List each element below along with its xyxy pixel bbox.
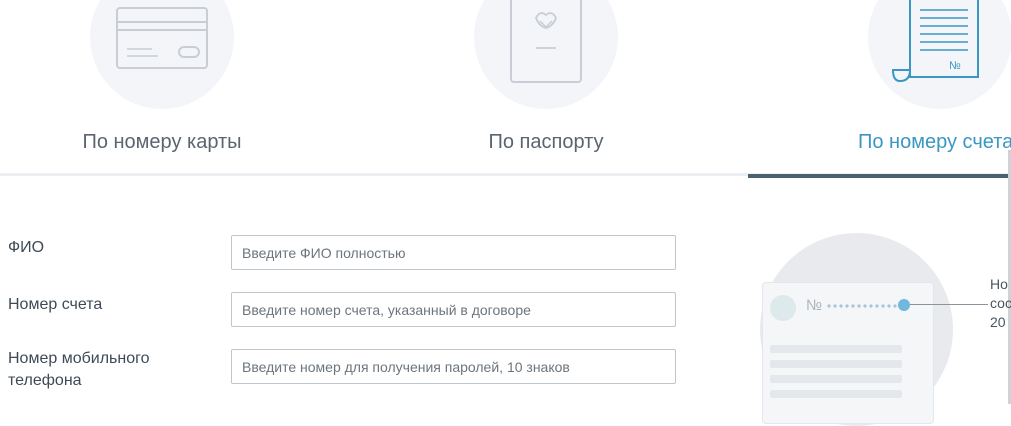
illustration-callout: Но сос 20 (990, 275, 1011, 332)
illustration-line (770, 345, 902, 353)
illustration-leader-line (910, 304, 988, 305)
illustration-number-sign: № (806, 297, 823, 314)
callout-line: Но (990, 276, 1008, 292)
illustration-line (770, 375, 902, 383)
illustration-number-dots (826, 304, 900, 308)
fio-input[interactable] (231, 235, 676, 270)
callout-line: 20 (990, 314, 1006, 330)
fio-label: ФИО (8, 239, 45, 256)
tab-by-account-label: По номеру счета (858, 131, 1011, 153)
illustration-marker (898, 299, 910, 311)
illustration-line (770, 360, 902, 368)
tab-by-card-circle (90, 0, 234, 109)
active-tab-indicator (748, 174, 1011, 178)
tab-by-passport-circle (474, 0, 618, 109)
account-number-input[interactable] (231, 292, 676, 327)
account-contract-icon: № (891, 0, 979, 83)
phone-label: Номер мобильного телефона (8, 350, 150, 389)
account-number-sign: № (949, 60, 961, 72)
illustration-avatar (770, 295, 796, 321)
tab-by-passport-label: По паспорту (488, 131, 604, 153)
phone-input[interactable] (231, 349, 676, 384)
passport-icon (510, 0, 582, 83)
tab-by-account-circle: № (868, 0, 1011, 109)
tab-by-card-label: По номеру карты (82, 131, 242, 153)
illustration-line (770, 390, 902, 398)
account-number-label: Номер счета (8, 296, 103, 313)
bank-card-icon (116, 7, 208, 69)
callout-line: сос (990, 295, 1011, 311)
